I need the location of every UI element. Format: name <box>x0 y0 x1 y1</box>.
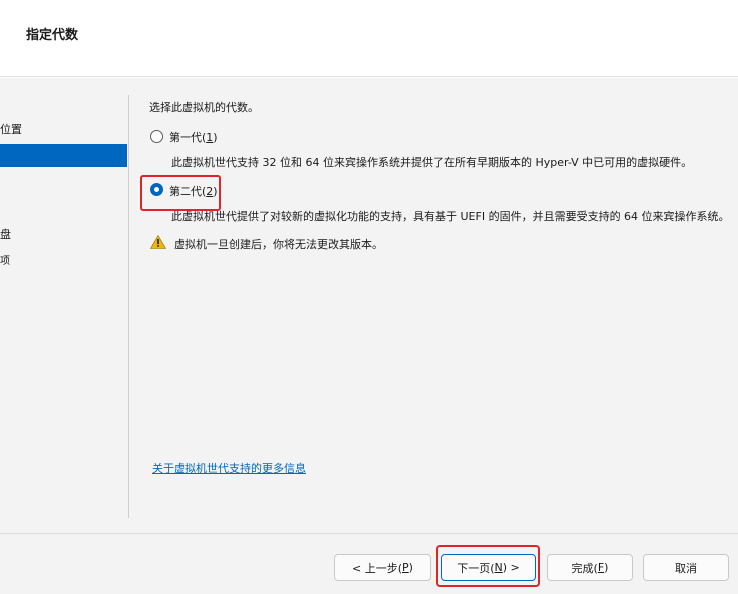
nav-divider <box>128 95 129 518</box>
generation-2-description: 此虚拟机世代提供了对较新的虚拟化功能的支持，具有基于 UEFI 的固件，并且需要… <box>171 210 730 223</box>
highlight-box-generation-2 <box>140 175 221 211</box>
page-title: 指定代数 <box>26 28 79 43</box>
generation-1-radio[interactable] <box>150 130 163 143</box>
nav-item-label: 项 <box>0 256 10 267</box>
nav-item-label: 盘 <box>0 228 11 241</box>
nav-item-generation-selected[interactable] <box>0 144 127 167</box>
cancel-button[interactable]: 取消 <box>643 554 729 581</box>
nav-item-location[interactable]: 位置 <box>0 121 22 137</box>
finish-button[interactable]: 完成(F) <box>547 554 633 581</box>
previous-button[interactable]: < 上一步(P) <box>334 554 431 581</box>
nav-item-disk[interactable]: 盘 <box>0 226 11 242</box>
more-info-link[interactable]: 关于虚拟机世代支持的更多信息 <box>152 460 306 476</box>
intro-text: 选择此虚拟机的代数。 <box>149 101 259 114</box>
nav-item-label: 位置 <box>0 123 22 136</box>
nav-item-options[interactable]: 项 <box>0 252 10 267</box>
highlight-box-next <box>436 545 540 587</box>
wizard-header: 指定代数 <box>0 0 738 77</box>
generation-1-description: 此虚拟机世代支持 32 位和 64 位来宾操作系统并提供了在所有早期版本的 Hy… <box>171 156 693 169</box>
warning-icon <box>150 235 166 249</box>
warning-text: 虚拟机一旦创建后，你将无法更改其版本。 <box>174 238 383 251</box>
generation-1-label[interactable]: 第一代(1) <box>169 129 218 145</box>
